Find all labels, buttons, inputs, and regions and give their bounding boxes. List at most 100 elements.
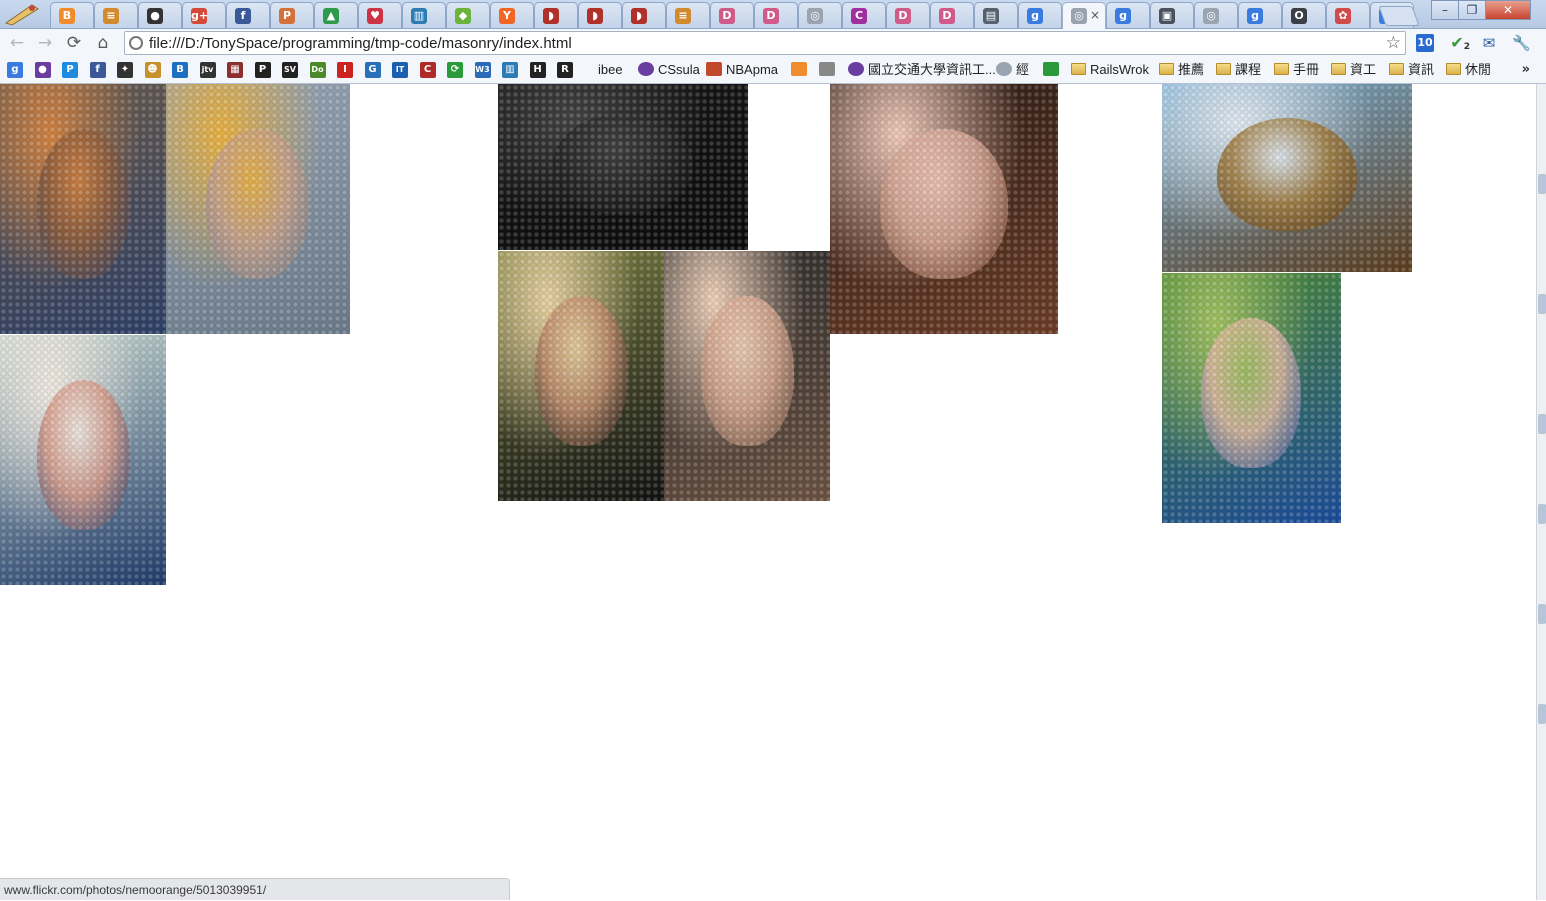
browser-tab[interactable]: ● (138, 2, 182, 28)
new-tab-button[interactable] (1378, 6, 1420, 26)
d-icon: D (719, 8, 735, 24)
browser-tab[interactable]: ≡ (94, 2, 138, 28)
browser-tab[interactable]: B (50, 2, 94, 28)
photo-woman-blue-hood[interactable] (1162, 273, 1341, 523)
browser-tab[interactable]: f (226, 2, 270, 28)
browser-tab[interactable]: ◗ (578, 2, 622, 28)
browser-tab[interactable]: ▤ (974, 2, 1018, 28)
h-icon[interactable]: H (529, 62, 546, 78)
bookmark-folder[interactable]: 推薦 (1159, 60, 1204, 80)
mail-icon[interactable]: ✉ (1480, 34, 1498, 52)
bookmark-item[interactable] (1043, 60, 1063, 80)
browser-tab[interactable]: ▥ (402, 2, 446, 28)
it-icon[interactable]: IT (392, 62, 408, 78)
browser-tab[interactable]: ▣ (1150, 2, 1194, 28)
purple-circle-icon[interactable]: ● (34, 62, 51, 78)
address-url[interactable]: file:///D:/TonySpace/programming/tmp-cod… (149, 35, 572, 53)
stack-icon: ≡ (103, 8, 119, 24)
browser-tab[interactable]: ▲ (314, 2, 358, 28)
browser-tab[interactable]: P (270, 2, 314, 28)
browser-tab[interactable]: g (1238, 2, 1282, 28)
browser-tab[interactable]: ≡ (666, 2, 710, 28)
do-icon[interactable]: Do (309, 62, 326, 78)
maximize-button[interactable]: ❐ (1458, 0, 1486, 20)
w3-icon[interactable]: W3 (474, 62, 491, 78)
p-icon[interactable]: P (62, 62, 78, 78)
b-icon[interactable]: B (172, 62, 188, 78)
close-tab-icon[interactable]: × (1090, 7, 1100, 23)
sv-icon[interactable]: SV (282, 62, 298, 78)
close-window-button[interactable]: ✕ (1485, 0, 1531, 20)
browser-tab[interactable]: ♥ (358, 2, 402, 28)
bookmark-folder[interactable]: RailsWrok (1071, 60, 1149, 80)
bookmark-folder[interactable]: 手冊 (1274, 60, 1319, 80)
back-icon[interactable]: ← (7, 33, 27, 53)
photo-girl-looking-up[interactable] (830, 84, 1058, 334)
trello-icon[interactable]: ▥ (502, 62, 518, 78)
scrollbar[interactable] (1536, 84, 1546, 900)
check-extension-icon[interactable]: ✔ 2 (1448, 34, 1470, 53)
app-logo-icon[interactable] (2, 1, 42, 27)
browser-tab[interactable]: D (754, 2, 798, 28)
blogger-icon: B (59, 8, 75, 24)
browser-tab[interactable]: g (1106, 2, 1150, 28)
bookmark-folder[interactable]: 休閒 (1446, 60, 1491, 80)
photo-dark-portrait[interactable] (498, 84, 748, 250)
bookmark-folder[interactable]: 資工 (1331, 60, 1376, 80)
browser-tab[interactable]: D (930, 2, 974, 28)
extension-badge-icon[interactable]: 10 (1416, 34, 1434, 52)
reload-icon[interactable]: ⟳ (64, 33, 84, 53)
bookmark-star-icon[interactable]: ☆ (1386, 33, 1401, 53)
photo-giraffe[interactable] (1162, 84, 1412, 272)
browser-tab[interactable]: ◗ (622, 2, 666, 28)
photo-man-in-suit[interactable] (498, 251, 664, 501)
bookmark-item[interactable]: 國立交通大學資訊工... (848, 60, 996, 80)
bookmark-item[interactable]: CSsula (638, 60, 700, 80)
p-icon[interactable]: P (254, 62, 271, 78)
bookmark-item[interactable] (819, 60, 839, 80)
bookmark-item[interactable]: 經 (996, 60, 1029, 80)
refresh-icon[interactable]: ⟳ (447, 62, 463, 78)
browser-tab[interactable]: ◎ (798, 2, 842, 28)
forward-icon[interactable]: → (35, 33, 55, 53)
g-icon[interactable]: G (364, 62, 381, 78)
browser-tab[interactable]: g+ (182, 2, 226, 28)
browser-tab[interactable]: ◗ (534, 2, 578, 28)
browser-tab[interactable]: D (886, 2, 930, 28)
wrench-menu-icon[interactable]: 🔧 (1512, 34, 1531, 52)
browser-tab[interactable]: ◎ (1194, 2, 1238, 28)
browser-tab[interactable]: Y (490, 2, 534, 28)
bookmark-folder[interactable]: 課程 (1216, 60, 1261, 80)
photo-old-man[interactable] (0, 84, 166, 334)
minimize-button[interactable]: – (1431, 0, 1459, 20)
bookmark-folder[interactable]: 資訊 (1389, 60, 1434, 80)
bookmark-item[interactable] (791, 60, 811, 80)
photo-smiling-woman[interactable] (0, 335, 166, 585)
scrollbar-marker (1538, 704, 1546, 724)
person-icon[interactable]: ☻ (144, 62, 161, 78)
photo-woman-face[interactable] (664, 251, 830, 501)
calendar-icon[interactable]: ▦ (227, 62, 243, 78)
i-icon[interactable]: I (337, 62, 353, 78)
home-icon[interactable]: ⌂ (93, 33, 113, 53)
browser-tab[interactable]: ◆ (446, 2, 490, 28)
photo-police-officer[interactable] (166, 84, 350, 334)
browser-tab[interactable]: ✿ (1326, 2, 1370, 28)
browser-tab[interactable]: ◎ × (1062, 2, 1106, 29)
c-icon[interactable]: C (419, 62, 436, 78)
r-icon[interactable]: R (557, 62, 573, 78)
bookmark-item[interactable]: NBApma (706, 60, 778, 80)
ninja-icon[interactable]: ✦ (117, 62, 133, 78)
browser-tab[interactable]: g (1018, 2, 1062, 28)
google-icon[interactable]: g (7, 62, 23, 78)
browser-tab[interactable]: O (1282, 2, 1326, 28)
address-bar[interactable]: file:///D:/TonySpace/programming/tmp-cod… (124, 31, 1406, 55)
purple-circle-icon (638, 62, 654, 76)
jtv-icon[interactable]: jtv (199, 62, 216, 78)
bookmark-item[interactable]: ibee (598, 60, 623, 80)
facebook-icon[interactable]: f (89, 62, 106, 78)
more-bookmarks-chevron-icon[interactable]: » (1522, 60, 1530, 80)
browser-tab[interactable]: C (842, 2, 886, 28)
google-plus-icon: g+ (191, 8, 209, 24)
browser-tab[interactable]: D (710, 2, 754, 28)
